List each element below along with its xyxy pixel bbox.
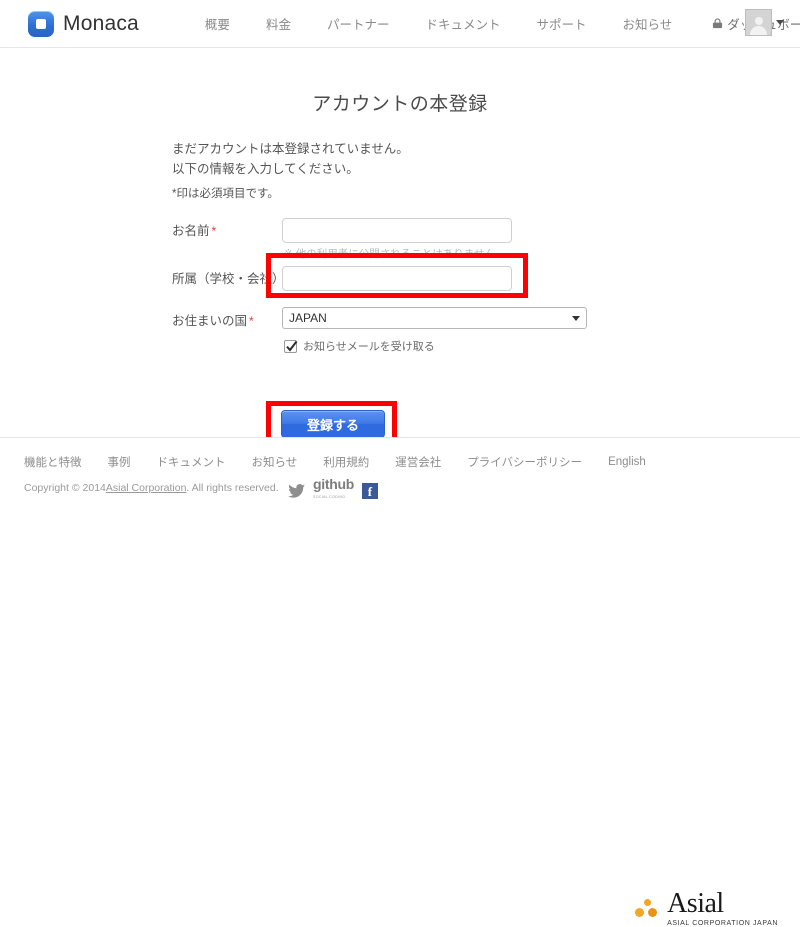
form-row-name: お名前 * ※ 他の利用者に公開されることはありません: [0, 216, 800, 264]
account-menu[interactable]: [745, 9, 784, 36]
name-label: お名前 *: [172, 224, 217, 238]
asial-text: Asial ASIAL CORPORATION JAPAN: [667, 890, 778, 927]
country-select[interactable]: JAPAN: [282, 307, 587, 329]
nav-item-pricing[interactable]: 料金: [248, 14, 309, 33]
github-icon[interactable]: github SOCIAL CODING: [313, 476, 354, 504]
copyright: Copyright © 2014 Asial Corporation . All…: [24, 482, 279, 494]
copyright-company-link[interactable]: Asial Corporation: [106, 482, 187, 494]
footer-link-company[interactable]: 運営会社: [395, 454, 467, 470]
footer-link-cases[interactable]: 事例: [108, 454, 157, 470]
newsletter-checkbox[interactable]: [284, 339, 298, 353]
site-footer: 機能と特徴 事例 ドキュメント お知らせ 利用規約 運営会社 プライバシーポリシ…: [0, 437, 800, 927]
footer-link-features[interactable]: 機能と特徴: [24, 454, 108, 470]
asial-name: Asial: [667, 888, 724, 919]
asial-dots-icon: [635, 897, 661, 921]
intro-line-1: まだアカウントは本登録されていません。: [172, 142, 409, 156]
registration-form: お名前 * ※ 他の利用者に公開されることはありません 所属（学校・会社） お住ま…: [0, 216, 800, 438]
copyright-post: . All rights reserved.: [186, 482, 279, 494]
newsletter-checkbox-row[interactable]: お知らせメールを受け取る: [284, 338, 435, 354]
nav-item-support[interactable]: サポート: [518, 14, 604, 33]
footer-link-news[interactable]: お知らせ: [252, 454, 324, 470]
form-row-newsletter: お知らせメールを受け取る: [0, 338, 800, 362]
facebook-icon[interactable]: f: [361, 483, 378, 499]
name-input[interactable]: [282, 218, 512, 243]
country-label: お住まいの国 *: [172, 314, 254, 328]
footer-link-terms[interactable]: 利用規約: [323, 454, 395, 470]
footer-links: 機能と特徴 事例 ドキュメント お知らせ 利用規約 運営会社 プライバシーポリシ…: [24, 454, 672, 470]
newsletter-label: お知らせメールを受け取る: [303, 341, 435, 353]
brand-name: Monaca: [63, 11, 139, 35]
asial-logo[interactable]: Asial ASIAL CORPORATION JAPAN: [635, 890, 778, 927]
check-icon: [286, 340, 298, 352]
github-sub: SOCIAL CODING: [313, 495, 346, 499]
github-label: github: [313, 476, 354, 492]
form-row-affiliation: 所属（学校・会社）: [0, 264, 800, 306]
footer-link-privacy[interactable]: プライバシーポリシー: [467, 454, 608, 470]
chevron-down-icon: [572, 315, 580, 321]
twitter-icon[interactable]: [288, 484, 305, 498]
intro-line-2: 以下の情報を入力してください。: [172, 162, 359, 176]
social-links: github SOCIAL CODING f: [288, 476, 378, 504]
form-row-country: お住まいの国 * JAPAN: [0, 306, 800, 338]
name-hint: ※ 他の利用者に公開されることはありません: [284, 248, 495, 260]
page-title: アカウントの本登録: [312, 94, 488, 115]
nav-item-news[interactable]: お知らせ: [605, 14, 691, 33]
brand-logo[interactable]: Monaca: [28, 10, 139, 37]
nav-item-partner[interactable]: パートナー: [309, 14, 408, 33]
copyright-pre: Copyright © 2014: [24, 482, 106, 494]
country-select-value: JAPAN: [289, 311, 327, 325]
nav-item-docs[interactable]: ドキュメント: [407, 14, 518, 33]
required-asterisk: *: [249, 314, 254, 328]
affiliation-label: 所属（学校・会社）: [172, 272, 285, 286]
monaca-logo-icon: [28, 10, 54, 37]
submit-button[interactable]: 登録する: [281, 410, 385, 438]
footer-link-docs[interactable]: ドキュメント: [157, 454, 252, 470]
intro-text: まだアカウントは本登録されていません。 以下の情報を入力してください。: [172, 139, 409, 179]
chevron-down-icon[interactable]: [776, 20, 784, 25]
user-avatar-icon[interactable]: [745, 9, 772, 36]
required-asterisk: *: [211, 224, 217, 238]
required-note: *印は必須項目です。: [172, 188, 279, 200]
site-header: Monaca 概要 料金 パートナー ドキュメント サポート お知らせ ダッシュ…: [0, 0, 800, 48]
main-nav: 概要 料金 パートナー ドキュメント サポート お知らせ ダッシュボード: [187, 14, 800, 33]
nav-item-overview[interactable]: 概要: [187, 14, 248, 33]
lock-icon: [713, 18, 723, 29]
asial-tagline: ASIAL CORPORATION JAPAN: [667, 920, 778, 927]
affiliation-input[interactable]: [282, 266, 512, 291]
main-content: アカウントの本登録 まだアカウントは本登録されていません。 以下の情報を入力して…: [0, 48, 800, 444]
footer-link-english[interactable]: English: [608, 456, 672, 468]
